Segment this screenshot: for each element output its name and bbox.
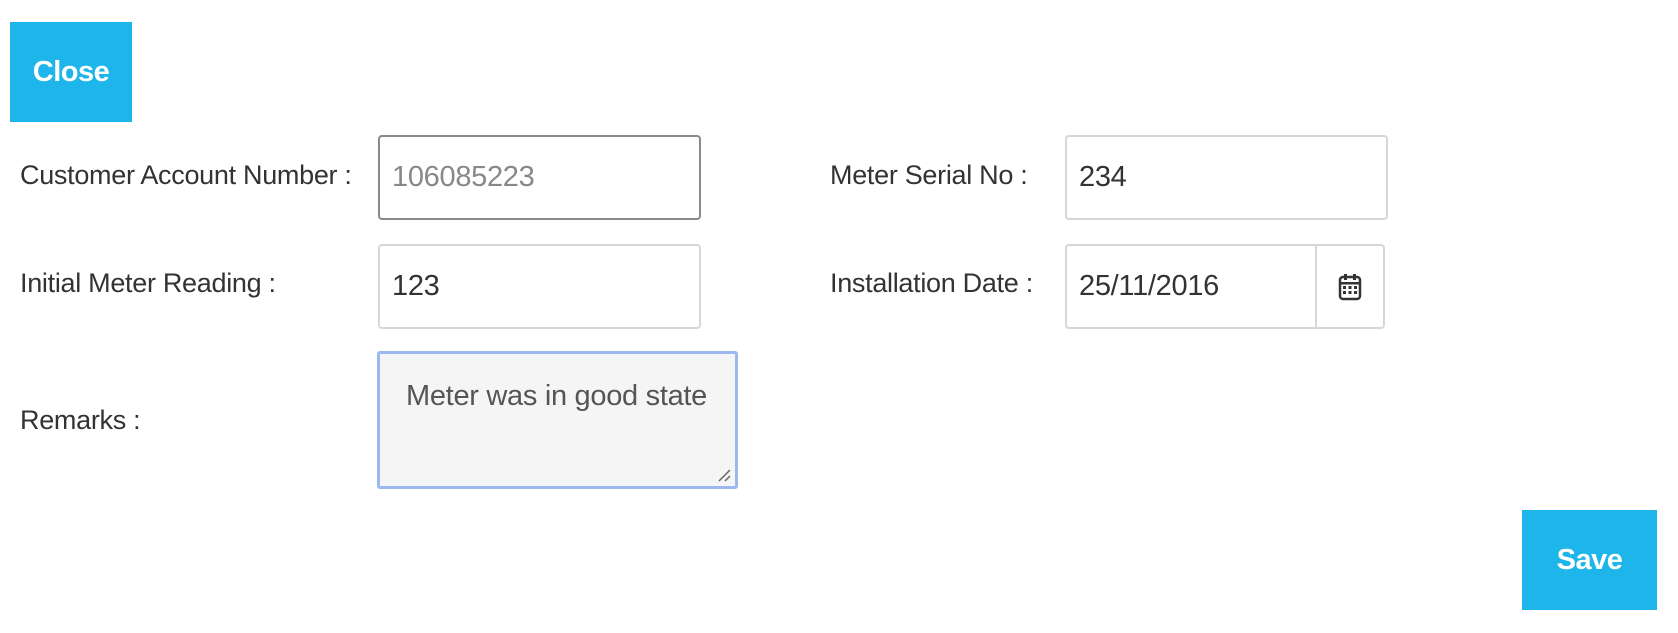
meter-serial-no-label: Meter Serial No : (830, 160, 1028, 190)
customer-account-number-field[interactable]: 106085223 (378, 135, 701, 220)
installation-date-label: Installation Date : (830, 268, 1033, 298)
remarks-textarea[interactable]: Meter was in good state (377, 351, 738, 489)
remarks-label: Remarks : (20, 405, 141, 435)
installation-date-input-group: 25/11/2016 (1065, 244, 1385, 329)
meter-serial-no-field[interactable]: 234 (1065, 135, 1388, 220)
calendar-icon (1338, 273, 1362, 300)
calendar-picker-button[interactable] (1315, 246, 1383, 327)
remarks-text: Meter was in good state (406, 380, 707, 412)
installation-date-field[interactable]: 25/11/2016 (1067, 246, 1315, 327)
customer-account-number-label: Customer Account Number : (20, 160, 352, 190)
resize-grip-icon[interactable] (717, 468, 731, 482)
initial-meter-reading-label: Initial Meter Reading : (20, 268, 276, 298)
initial-meter-reading-field[interactable]: 123 (378, 244, 701, 329)
save-button[interactable]: Save (1522, 510, 1657, 610)
close-button[interactable]: Close (10, 22, 132, 122)
